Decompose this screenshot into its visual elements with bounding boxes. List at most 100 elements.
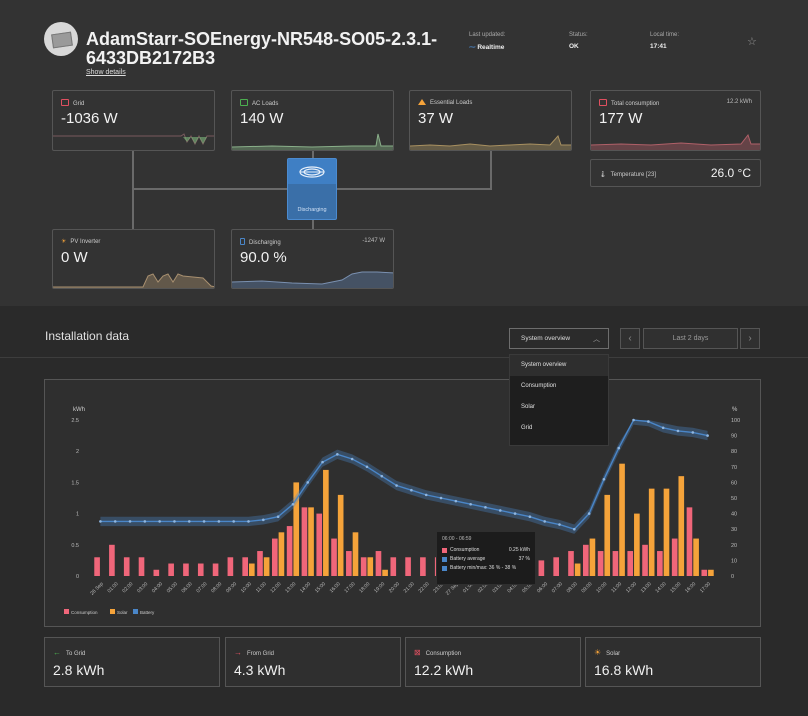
- battery-point: [306, 481, 310, 484]
- connector-line: [490, 150, 492, 190]
- battery-sparkline: [232, 271, 393, 288]
- left-tick-label: 2.5: [71, 418, 79, 424]
- solar-bar: [574, 563, 581, 576]
- battery-point: [617, 446, 621, 450]
- next-period-button[interactable]: ›: [740, 328, 760, 349]
- right-tick-label: 60: [731, 480, 737, 486]
- ac-loads-value: 140 W: [240, 110, 284, 127]
- x-tick-label: 09:00: [225, 581, 238, 594]
- consumption-bar: [227, 557, 234, 576]
- inverter-status: Discharging: [297, 207, 327, 213]
- solar-bar: [352, 532, 359, 576]
- dropdown-option-grid[interactable]: Grid: [510, 418, 608, 439]
- warning-icon: [418, 99, 426, 105]
- consumption-total-value: 12.2 kWh: [414, 662, 474, 678]
- view-select-value: System overview: [521, 335, 571, 342]
- x-tick-label: 10:00: [595, 581, 608, 594]
- battery-point: [528, 515, 532, 519]
- consumption-bar: [553, 557, 559, 576]
- prev-period-button[interactable]: ‹: [620, 328, 640, 349]
- grid-card[interactable]: Grid -1036 W: [52, 90, 215, 151]
- battery-swatch: [442, 556, 447, 562]
- x-tick-label: 20:00: [388, 581, 401, 594]
- battery-point: [602, 477, 606, 481]
- x-tick-label: 19:00: [373, 581, 386, 594]
- consumption-swatch: [442, 547, 447, 553]
- battery-point: [276, 515, 280, 519]
- right-axis-unit: %: [732, 407, 738, 413]
- battery-point: [661, 426, 665, 430]
- solar-bar: [663, 488, 670, 576]
- x-tick-label: 17:00: [343, 581, 356, 594]
- solar-bar: [308, 507, 314, 576]
- last-updated-label: Last updated:: [469, 32, 506, 38]
- total-consumption-card[interactable]: Total consumption 12.2 kWh 177 W: [590, 90, 761, 151]
- consumption-bar: [375, 551, 382, 576]
- consumption-bar: [405, 557, 411, 576]
- battery-line: [100, 419, 708, 530]
- tooltip-row-name: Battery min/max: 36 % - 38 %: [450, 565, 517, 571]
- grid-sparkline: [53, 133, 214, 146]
- consumption-bar: [390, 557, 397, 576]
- battery-point: [99, 520, 102, 523]
- battery-point: [350, 457, 354, 461]
- to-grid-value: 2.8 kWh: [53, 662, 105, 678]
- from-grid-card: → From Grid 4.3 kWh: [225, 637, 401, 687]
- consumption-bar: [346, 551, 352, 576]
- favorite-star-icon[interactable]: ☆: [747, 35, 757, 48]
- show-details-link[interactable]: Show details: [86, 69, 126, 76]
- grid-icon: [61, 99, 69, 106]
- consumption-bar: [568, 551, 574, 576]
- consumption-bar: [331, 538, 337, 576]
- consumption-bar: [301, 507, 308, 576]
- pv-inverter-card[interactable]: ☀ PV Inverter 0 W: [52, 229, 215, 289]
- solar-bar: [648, 488, 655, 576]
- consumption-total-card: ⊠ Consumption 12.2 kWh: [405, 637, 581, 687]
- right-tick-label: 50: [731, 496, 737, 502]
- legend-label: Battery: [140, 610, 155, 615]
- view-select[interactable]: System overview ︿: [509, 328, 609, 349]
- tooltip-time: 06:00 - 06:59: [442, 536, 472, 542]
- essential-loads-label: Essential Loads: [430, 100, 473, 106]
- battery-point: [217, 520, 221, 523]
- battery-point: [632, 418, 635, 422]
- consumption-icon: ⊠: [414, 648, 421, 657]
- inverter-card[interactable]: Discharging: [287, 158, 337, 220]
- battery-point: [454, 499, 458, 503]
- ac-loads-card[interactable]: AC Loads 140 W: [231, 90, 394, 151]
- battery-card[interactable]: Discharging -1247 W 90.0 %: [231, 229, 394, 289]
- legend-swatch: [110, 609, 115, 614]
- right-tick-label: 10: [731, 558, 737, 564]
- dropdown-option-solar[interactable]: Solar: [510, 397, 608, 418]
- total-consumption-label: Total consumption: [611, 101, 660, 107]
- battery-point: [336, 453, 339, 456]
- essential-loads-card[interactable]: Essential Loads 37 W: [409, 90, 572, 151]
- consumption-total-label: Consumption: [425, 651, 462, 657]
- x-tick-label: 02:00: [121, 581, 134, 594]
- arrow-right-icon: →: [234, 648, 242, 657]
- consumption-bar: [257, 551, 263, 576]
- dropdown-option-consumption[interactable]: Consumption: [510, 376, 608, 397]
- x-tick-label: 22:00: [418, 581, 431, 594]
- x-tick-label: 12:00: [625, 581, 638, 594]
- installation-logo: [44, 22, 78, 56]
- legend-swatch: [64, 609, 69, 614]
- energy-chart[interactable]: kWh % 0 0.5 1 1.5 2 2.5 0 10 20 30 40 50 60 70 80 90 100 26…: [45, 380, 762, 628]
- left-tick-label: 0: [76, 574, 79, 580]
- solar-bar: [589, 538, 596, 576]
- chevron-up-icon: ︿: [593, 336, 600, 343]
- dropdown-option-system-overview[interactable]: System overview: [510, 355, 608, 376]
- x-tick-label: 26 Sep: [89, 581, 105, 597]
- installation-title: AdamStarr-SOEnergy-NR548-SO05-2.3.1-6433…: [86, 29, 438, 68]
- battery-point: [439, 496, 443, 500]
- view-dropdown: System overview Consumption Solar Grid: [509, 354, 609, 446]
- x-tick-label: 07:00: [195, 581, 208, 594]
- ac-loads-sparkline: [232, 133, 393, 150]
- temperature-card[interactable]: 🌡︎ Temperature [23] 26.0 °C: [590, 159, 761, 187]
- right-tick-label: 90: [731, 434, 737, 440]
- pv-inverter-value: 0 W: [61, 249, 88, 266]
- battery-point: [128, 520, 132, 523]
- period-label[interactable]: Last 2 days: [643, 328, 738, 349]
- solar-bar: [382, 569, 388, 576]
- consumption-bar: [686, 507, 693, 576]
